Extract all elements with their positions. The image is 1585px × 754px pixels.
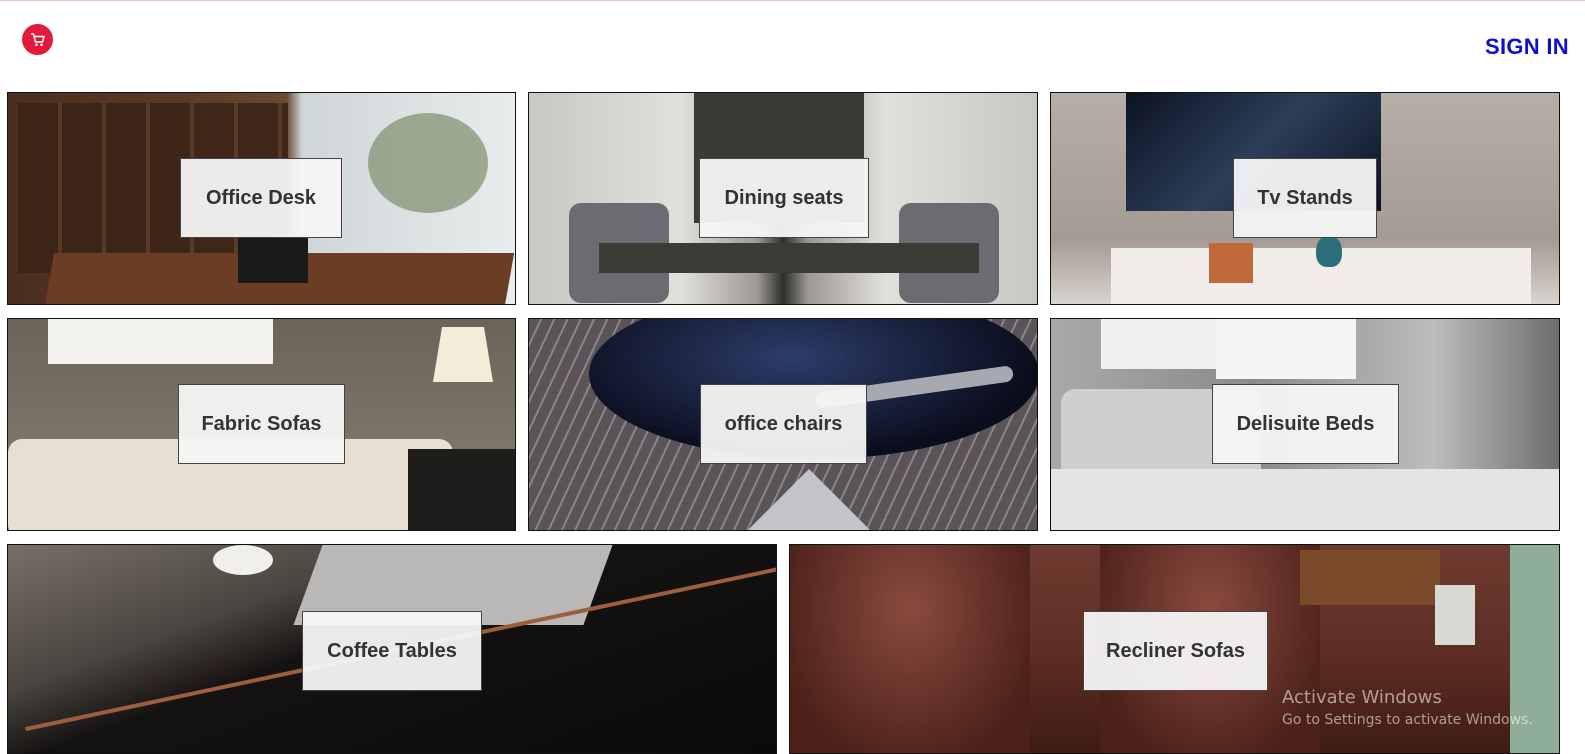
category-label: Coffee Tables — [302, 611, 482, 691]
watermark-title: Activate Windows — [1282, 687, 1442, 708]
category-card-office-desk[interactable]: Office Desk — [7, 92, 516, 305]
category-card-tv-stands[interactable]: Tv Stands — [1050, 92, 1560, 305]
category-label: Office Desk — [180, 158, 342, 238]
category-card-delisuite-beds[interactable]: Delisuite Beds — [1050, 318, 1560, 531]
cart-button[interactable] — [22, 24, 53, 55]
category-label: office chairs — [700, 384, 867, 464]
category-card-office-chairs[interactable]: office chairs — [528, 318, 1038, 531]
category-label: Fabric Sofas — [178, 384, 345, 464]
scrollbar[interactable] — [1571, 1, 1585, 747]
activate-windows-watermark: Activate Windows Go to Settings to activ… — [1282, 687, 1533, 728]
category-card-dining-seats[interactable]: Dining seats — [528, 92, 1038, 305]
shopping-cart-icon — [30, 32, 45, 46]
category-label: Delisuite Beds — [1212, 384, 1399, 464]
category-label: Recliner Sofas — [1083, 611, 1268, 691]
category-label: Dining seats — [699, 158, 869, 238]
category-card-fabric-sofas[interactable]: Fabric Sofas — [7, 318, 516, 531]
category-card-coffee-tables[interactable]: Coffee Tables — [7, 544, 777, 754]
category-label: Tv Stands — [1233, 158, 1377, 238]
watermark-subtitle: Go to Settings to activate Windows. — [1282, 712, 1533, 728]
sign-in-link[interactable]: SIGN IN — [1485, 34, 1569, 60]
